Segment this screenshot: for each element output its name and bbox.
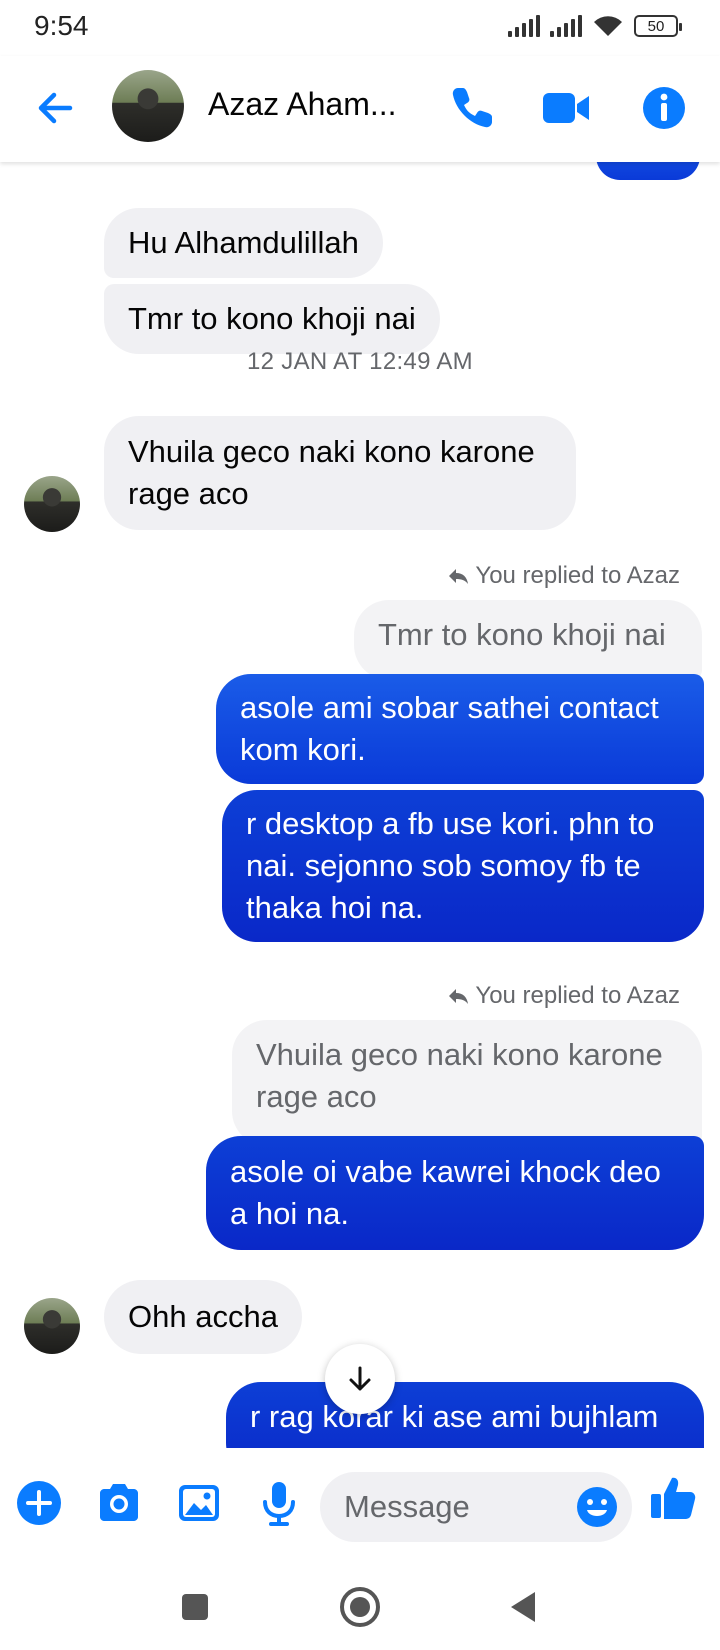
chat-header: Azaz Aham... [0, 56, 720, 162]
system-navigation-bar [0, 1564, 720, 1650]
message-text: r desktop a fb use kori. phn to nai. sej… [246, 806, 655, 925]
quoted-message[interactable]: Tmr to kono khoji nai [354, 600, 702, 680]
arrow-down-icon [349, 1366, 371, 1391]
scroll-to-bottom-button[interactable] [325, 1344, 395, 1414]
square-icon [182, 1594, 208, 1620]
reply-note: You replied to Azaz [447, 982, 680, 1010]
message-timestamp: 12 JAN AT 12:49 AM [247, 348, 473, 375]
message-text: Hu Alhamdulillah [128, 225, 359, 260]
outgoing-message[interactable]: asole ami sobar sathei contact kom kori. [216, 674, 704, 784]
plus-icon[interactable] [12, 1476, 66, 1530]
contact-avatar-small[interactable] [24, 476, 80, 532]
camera-icon[interactable] [92, 1476, 146, 1530]
message-list[interactable]: Hu Alhamdulillah Tmr to kono khoji nai 1… [0, 162, 720, 1448]
gallery-icon[interactable] [172, 1476, 226, 1530]
signal-icon [508, 15, 540, 37]
outgoing-message[interactable]: r rag korar ki ase ami bujhlam [226, 1382, 704, 1448]
video-camera-icon[interactable] [540, 82, 592, 134]
reply-note-text: You replied to Azaz [475, 982, 680, 1009]
outgoing-message[interactable]: asole oi vabe kawrei khock deo a hoi na. [206, 1136, 704, 1250]
outgoing-message[interactable]: r desktop a fb use kori. phn to nai. sej… [222, 790, 704, 942]
status-bar: 9:54 50 [0, 0, 720, 56]
battery-icon: 50 [634, 15, 682, 37]
quoted-text: Tmr to kono khoji nai [378, 617, 666, 652]
incoming-message[interactable]: Ohh accha [104, 1280, 302, 1354]
incoming-message[interactable]: Hu Alhamdulillah [104, 208, 383, 278]
status-time: 9:54 [34, 10, 89, 41]
contact-name[interactable]: Azaz Aham... [208, 86, 397, 123]
recents-button[interactable] [170, 1582, 220, 1632]
reply-icon [449, 569, 469, 584]
message-text: r rag korar ki ase ami bujhlam [250, 1399, 659, 1434]
contact-avatar[interactable] [112, 70, 184, 142]
message-text: Ohh accha [128, 1299, 278, 1334]
phone-icon[interactable] [446, 82, 498, 134]
incoming-message[interactable]: Tmr to kono khoji nai [104, 284, 440, 354]
reply-note: You replied to Azaz [447, 562, 680, 590]
contact-avatar-small[interactable] [24, 1298, 80, 1354]
message-text: asole oi vabe kawrei khock deo a hoi na. [230, 1154, 661, 1231]
wifi-icon [594, 16, 622, 36]
quoted-message[interactable]: Vhuila geco naki kono karone rage aco [232, 1020, 702, 1146]
battery-level: 50 [647, 17, 665, 35]
back-arrow-icon[interactable] [32, 84, 80, 132]
back-button[interactable] [498, 1582, 548, 1632]
message-composer [0, 1448, 720, 1564]
quoted-text: Vhuila geco naki kono karone rage aco [256, 1037, 663, 1114]
reply-note-text: You replied to Azaz [475, 562, 680, 589]
messenger-chat-screen: 9:54 50 Azaz Aham... Hu Alhamdulillah Tm… [0, 0, 720, 1650]
circle-icon [340, 1587, 380, 1627]
message-input[interactable] [344, 1472, 564, 1542]
info-icon[interactable] [638, 82, 690, 134]
status-icons: 50 [508, 14, 682, 38]
emoji-icon[interactable] [574, 1484, 620, 1530]
home-button[interactable] [335, 1582, 385, 1632]
outgoing-message-partial[interactable] [596, 162, 700, 180]
message-text: Tmr to kono khoji nai [128, 301, 416, 336]
message-text: asole ami sobar sathei contact kom kori. [240, 690, 659, 767]
signal-icon [550, 15, 582, 37]
message-text: Vhuila geco naki kono karone rage aco [128, 434, 535, 511]
microphone-icon[interactable] [252, 1476, 306, 1530]
triangle-back-icon [511, 1592, 535, 1622]
reply-icon [449, 989, 469, 1004]
thumbs-up-icon[interactable] [646, 1472, 700, 1526]
incoming-message[interactable]: Vhuila geco naki kono karone rage aco [104, 416, 576, 530]
message-field[interactable] [320, 1472, 632, 1542]
